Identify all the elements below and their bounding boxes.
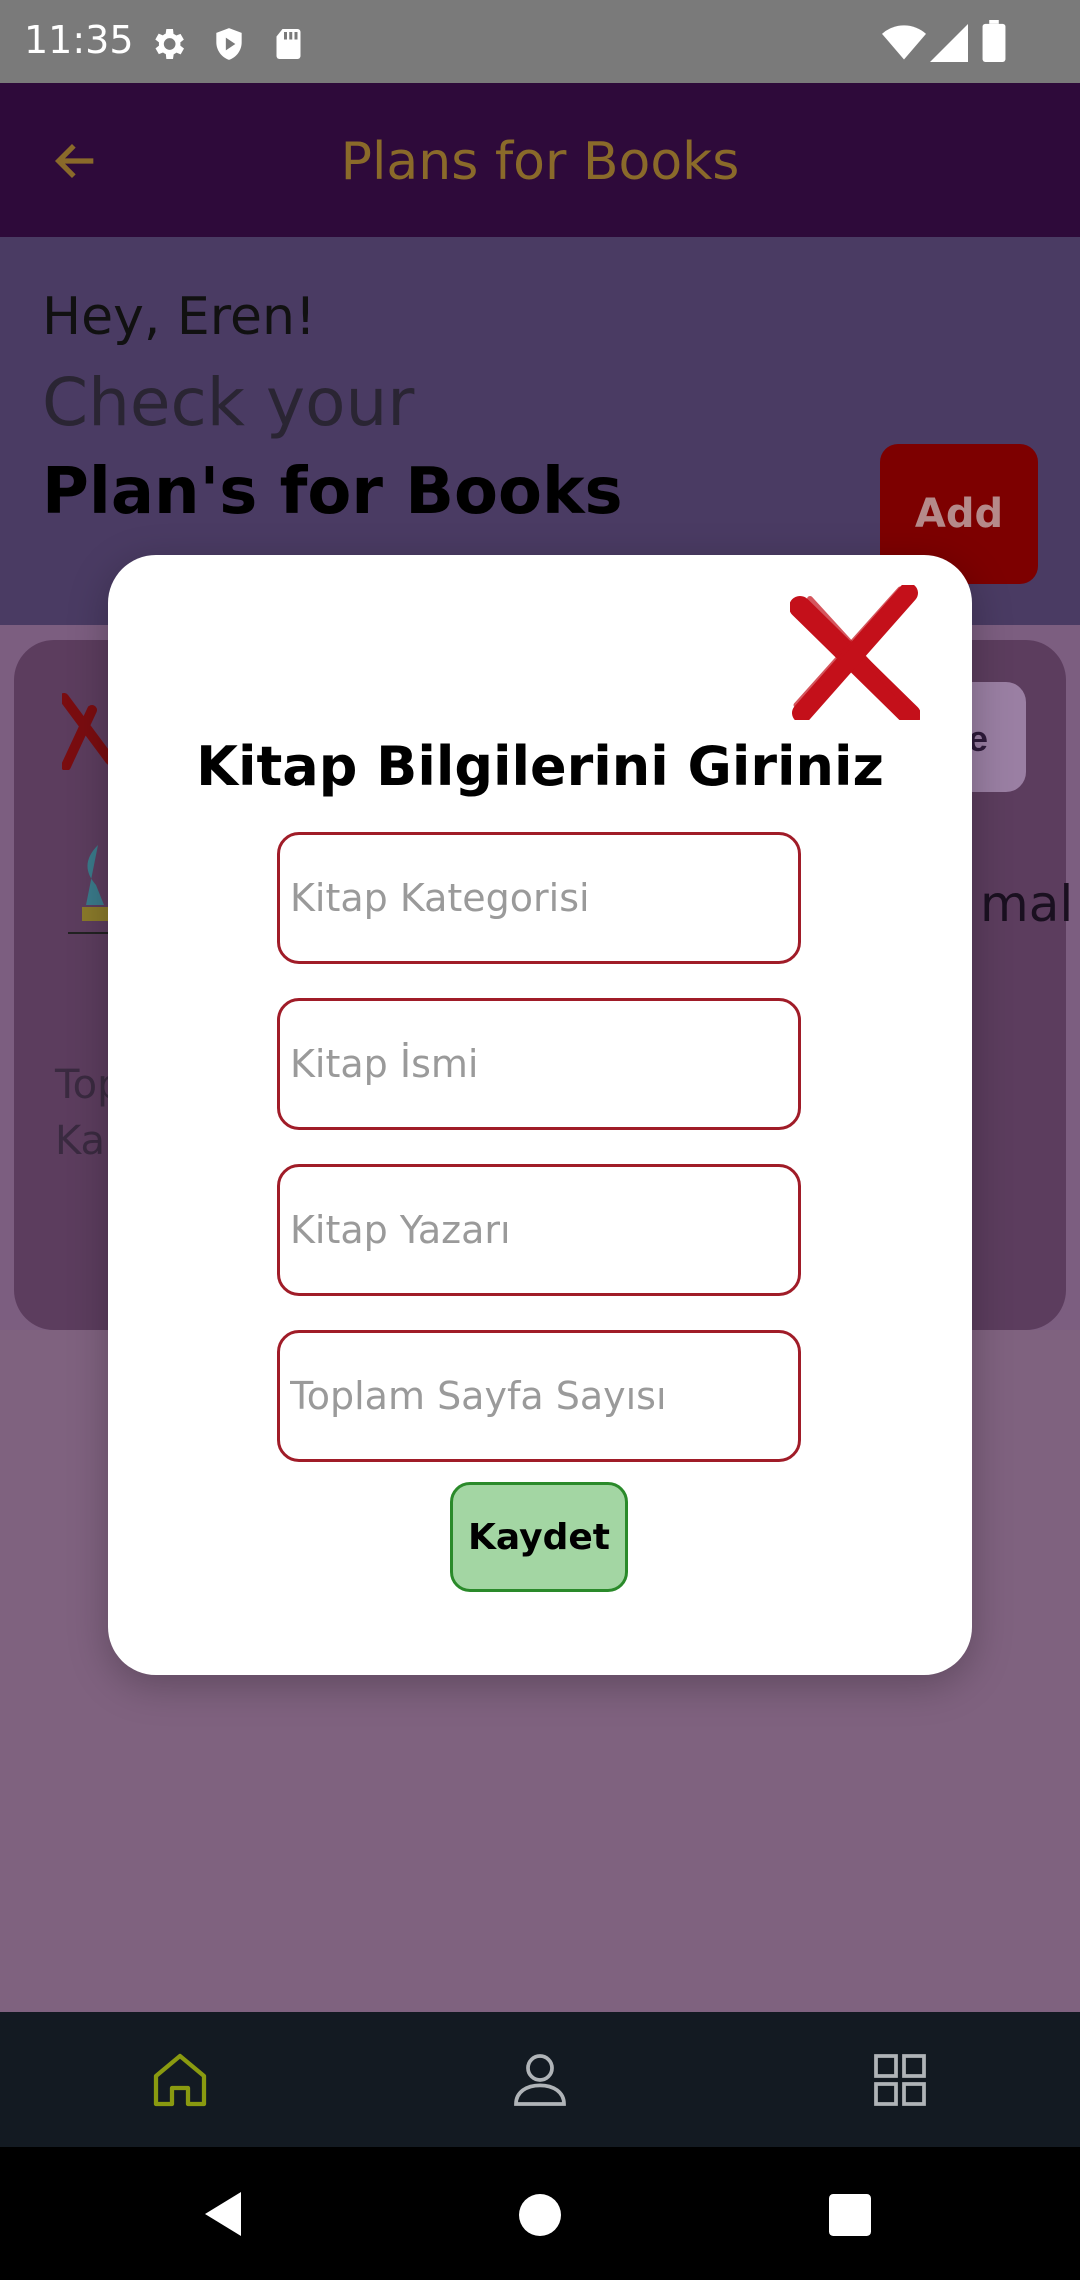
back-nav-icon[interactable] <box>205 2192 245 2236</box>
status-time: 11:35 <box>24 18 134 62</box>
book-card-text-line2: Ka <box>55 1118 106 1164</box>
dialog-title: Kitap Bilgilerini Giriniz <box>196 735 884 798</box>
author-field[interactable] <box>277 1164 801 1296</box>
battery-icon <box>982 20 1006 62</box>
delete-icon[interactable] <box>62 690 112 770</box>
book-card-text-right: mal <box>980 875 1074 933</box>
subtitle-text: Check your <box>42 364 415 441</box>
page-count-input[interactable] <box>280 1333 798 1459</box>
person-icon[interactable] <box>508 2048 572 2112</box>
sd-card-icon <box>276 29 301 59</box>
recents-nav-icon[interactable] <box>829 2194 871 2236</box>
settings-icon <box>155 29 184 59</box>
page-count-field[interactable] <box>277 1330 801 1462</box>
grid-icon[interactable] <box>868 2048 932 2112</box>
save-button[interactable]: Kaydet <box>450 1482 628 1592</box>
category-input[interactable] <box>280 835 798 961</box>
book-name-field[interactable] <box>277 998 801 1130</box>
home-icon[interactable] <box>148 2048 212 2112</box>
page-title: Plans for Books <box>340 132 740 192</box>
close-icon[interactable] <box>790 585 920 720</box>
greeting-text: Hey, Eren! <box>42 287 316 347</box>
wifi-icon <box>882 25 926 60</box>
heading-text: Plan's for Books <box>42 455 623 529</box>
book-illustration-icon <box>68 845 108 934</box>
author-input[interactable] <box>280 1167 798 1293</box>
signal-icon <box>930 24 968 62</box>
category-field[interactable] <box>277 832 801 964</box>
book-name-input[interactable] <box>280 1001 798 1127</box>
shield-play-icon <box>216 28 242 60</box>
home-nav-icon[interactable] <box>519 2194 561 2236</box>
